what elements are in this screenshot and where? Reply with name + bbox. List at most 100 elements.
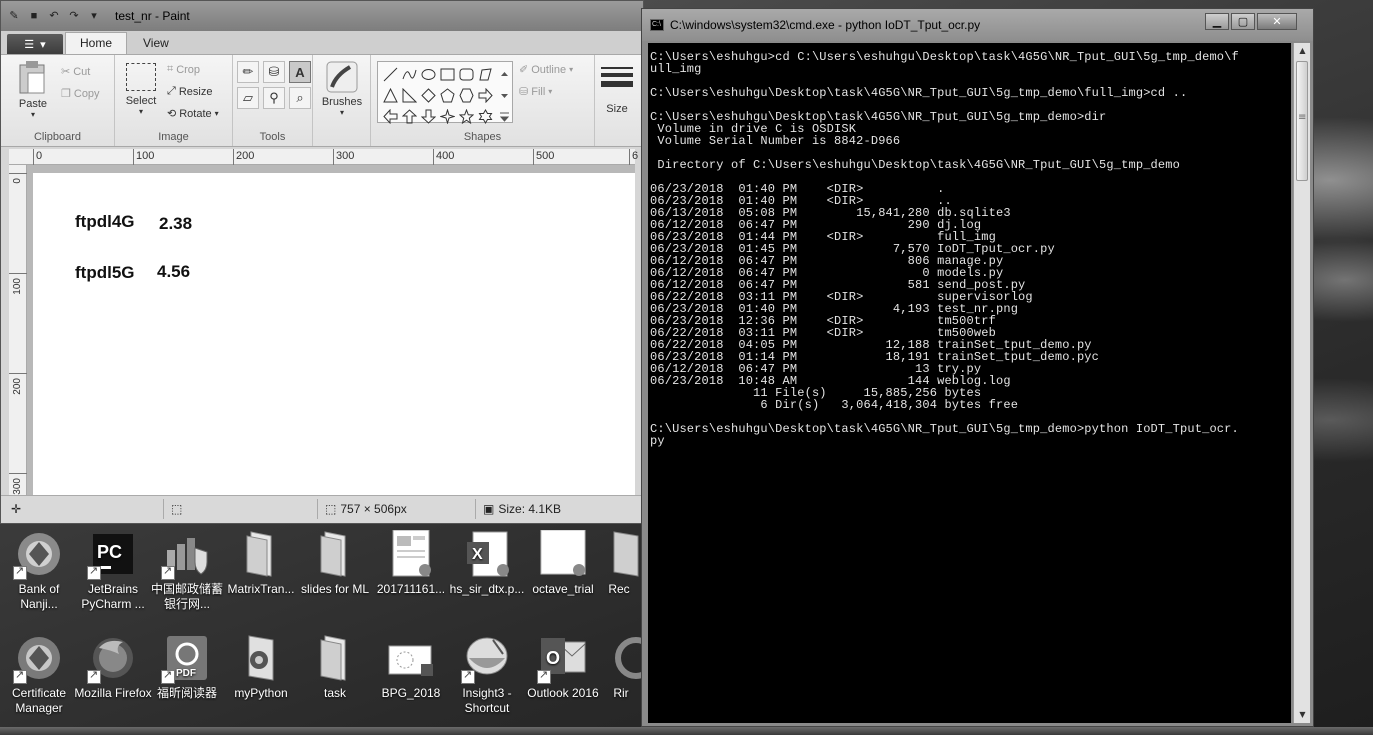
paste-icon	[19, 61, 45, 94]
polygon-shape-icon[interactable]	[476, 65, 495, 83]
desktop-icon-rec[interactable]: Rec	[596, 530, 642, 597]
brushes-label: Brushes	[321, 96, 363, 108]
close-button[interactable]: ✕	[1257, 13, 1297, 30]
desktop-icon-task[interactable]: task	[296, 634, 374, 701]
insight-bowl-icon	[461, 634, 511, 684]
up-arrow-shape-icon[interactable]	[400, 107, 419, 125]
scroll-down-arrow-icon[interactable]: ▼	[1294, 707, 1311, 723]
pentagon-shape-icon[interactable]	[438, 86, 457, 104]
svg-text:X: X	[472, 546, 483, 563]
console-line: Directory of C:\Users\eshuhgu\Desktop\ta…	[650, 158, 1181, 172]
hexagon-shape-icon[interactable]	[457, 86, 476, 104]
desktop-icon-label: MatrixTran...	[227, 582, 295, 596]
console-line: C:\Users\eshuhgu\Desktop\task\4G5G\NR_Tp…	[650, 422, 1239, 436]
desktop-icon-mypython[interactable]: myPython	[222, 634, 300, 701]
line-shape-icon[interactable]	[381, 65, 400, 83]
desktop-icon-slides-for-ml[interactable]: slides for ML	[296, 530, 374, 597]
paint-titlebar[interactable]: ✎ ■ ↶ ↷ ▾ test_nr - Paint	[1, 1, 643, 31]
status-divider	[317, 499, 318, 519]
right-arrow-shape-icon[interactable]	[476, 86, 495, 104]
desktop-icon-label: octave_trial	[532, 582, 594, 596]
undo-icon[interactable]: ↶	[47, 9, 61, 23]
desktop-icon-firefox[interactable]: Mozilla Firefox	[74, 634, 152, 701]
desktop-icon-matrixtran[interactable]: MatrixTran...	[222, 530, 300, 597]
desktop-icon-outlook-2016[interactable]: O Outlook 2016	[524, 634, 602, 701]
desktop-icon-hs-sir-dtx[interactable]: X hs_sir_dtx.p...	[448, 530, 526, 597]
console-screen[interactable]: C:\Users\eshuhgu>cd C:\Users\eshuhgu\Des…	[648, 43, 1291, 723]
eraser-icon[interactable]: ▱	[237, 87, 259, 109]
ruler-tick-label: 200	[12, 378, 23, 395]
save-icon[interactable]: ■	[27, 9, 41, 23]
desktop-icon-insight3[interactable]: Insight3 - Shortcut	[448, 634, 526, 716]
six-point-star-shape-icon[interactable]	[476, 107, 495, 125]
triangle-shape-icon[interactable]	[381, 86, 400, 104]
minimize-button[interactable]: ▁	[1205, 13, 1229, 30]
desktop-icon-label: slides for ML	[300, 582, 370, 596]
canvas-label-4g: ftpdl4G	[75, 212, 135, 231]
rounded-rectangle-shape-icon[interactable]	[457, 65, 476, 83]
paste-button[interactable]: Paste ▾	[11, 61, 55, 119]
customize-toolbar-icon[interactable]: ▾	[87, 9, 101, 23]
copy-button[interactable]: ❐ Copy	[61, 87, 100, 101]
shapes-expand-icon[interactable]	[495, 107, 514, 125]
paint-menu-button[interactable]: ☰ ▾	[7, 34, 63, 54]
console-line: C:\Users\eshuhgu\Desktop\task\4G5G\NR_Tp…	[650, 86, 1188, 100]
brushes-button[interactable]: Brushes ▾	[319, 61, 365, 117]
four-point-star-shape-icon[interactable]	[438, 107, 457, 125]
taskbar[interactable]	[0, 727, 1373, 735]
fill-bucket-icon[interactable]: ⛁	[263, 61, 285, 83]
window-title: test_nr - Paint	[115, 9, 190, 23]
console-line: ull_img	[650, 62, 702, 76]
desktop-icon-certificate-manager[interactable]: Certificate Manager	[0, 634, 78, 716]
desktop-icon-bank-of-nanjing[interactable]: Bank of Nanji...	[0, 530, 78, 612]
resize-button[interactable]: ⤢ Resize	[167, 85, 212, 98]
left-arrow-shape-icon[interactable]	[381, 107, 400, 125]
desktop-icon-label: Rir	[613, 686, 629, 700]
select-button[interactable]: Select ▾	[121, 61, 161, 116]
cmd-window[interactable]: C:\ C:\windows\system32\cmd.exe - python…	[641, 8, 1314, 727]
network-shield-icon	[161, 530, 211, 580]
desktop-icon-rir[interactable]: Rir	[600, 634, 642, 701]
rotate-button[interactable]: ⟲ Rotate ▾	[167, 107, 219, 121]
desktop-icon-postal-bank[interactable]: 中国邮政储蓄银行网...	[148, 530, 226, 612]
desktop-icon-label: Bank of Nanji...	[18, 582, 60, 611]
desktop-icon-octave-trial[interactable]: octave_trial	[524, 529, 602, 597]
shapes-scroll-up-icon[interactable]	[495, 65, 514, 83]
tab-view[interactable]: View	[129, 33, 183, 54]
text-tool-icon[interactable]: A	[289, 61, 311, 83]
shapes-scroll-down-icon[interactable]	[495, 86, 514, 104]
scrollbar-thumb[interactable]	[1296, 61, 1308, 181]
crop-icon: ⌗	[167, 63, 174, 75]
five-point-star-shape-icon[interactable]	[457, 107, 476, 125]
brush-icon	[326, 61, 358, 93]
maximize-button[interactable]: ▢	[1231, 13, 1255, 30]
cut-button[interactable]: ✂ Cut	[61, 65, 90, 79]
crop-button[interactable]: ⌗ Crop	[167, 63, 200, 76]
drawing-canvas[interactable]: ftpdl4G 2.38 ftpdl5G 4.56	[33, 173, 635, 495]
paint-window[interactable]: ✎ ■ ↶ ↷ ▾ test_nr - Paint ☰ ▾ Home View …	[0, 0, 644, 524]
desktop-icon-bpg-2018[interactable]: BPG_2018	[372, 634, 450, 701]
size-button[interactable]: Size	[601, 61, 633, 115]
desktop-icon-pycharm[interactable]: PC JetBrains PyCharm ...	[74, 530, 152, 612]
console-scrollbar[interactable]: ▲ ▼	[1293, 43, 1310, 723]
magnifier-icon[interactable]: ⌕	[289, 87, 311, 109]
color-picker-icon[interactable]: ⚲	[263, 87, 285, 109]
paint-app-icon[interactable]: ✎	[7, 9, 21, 23]
desktop-icon-201711161[interactable]: 201711161...	[372, 529, 450, 597]
fill-button[interactable]: ⛁ Fill ▾	[519, 85, 552, 99]
canvas-area[interactable]: ftpdl4G 2.38 ftpdl5G 4.56	[27, 165, 635, 495]
desktop-icon-foxit-reader[interactable]: PDF 福昕阅读器	[148, 634, 226, 701]
oval-shape-icon[interactable]	[419, 65, 438, 83]
pencil-icon[interactable]: ✏	[237, 61, 259, 83]
diamond-shape-icon[interactable]	[419, 86, 438, 104]
tab-home[interactable]: Home	[65, 32, 128, 54]
shapes-gallery[interactable]	[377, 61, 514, 125]
down-arrow-shape-icon[interactable]	[419, 107, 438, 125]
curve-shape-icon[interactable]	[400, 65, 419, 83]
scroll-up-arrow-icon[interactable]: ▲	[1294, 43, 1311, 59]
outlook-icon: O	[537, 634, 587, 684]
rectangle-shape-icon[interactable]	[438, 65, 457, 83]
right-triangle-shape-icon[interactable]	[400, 86, 419, 104]
outline-button[interactable]: ✐ Outline ▾	[519, 63, 573, 77]
redo-icon[interactable]: ↷	[67, 9, 81, 23]
